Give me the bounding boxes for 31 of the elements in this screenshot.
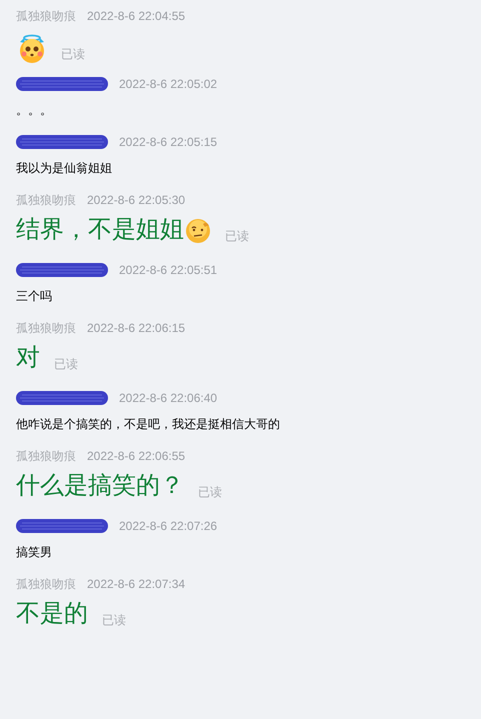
read-receipt: 已读	[54, 356, 78, 373]
message-text: 三个吗	[16, 288, 52, 305]
timestamp: 2022-8-6 22:05:30	[87, 192, 186, 209]
read-receipt: 已读	[61, 46, 85, 63]
timestamp: 2022-8-6 22:05:51	[119, 262, 218, 279]
timestamp: 2022-8-6 22:05:02	[119, 76, 218, 93]
message-text: 我以为是仙翁姐姐	[16, 160, 112, 177]
message-text: 不是的	[16, 599, 88, 629]
sender-name: 孤独狼吻痕	[16, 320, 76, 337]
message-text: 搞笑男	[16, 544, 52, 561]
timestamp: 2022-8-6 22:07:26	[119, 518, 218, 535]
message-text: 他咋说是个搞笑的，不是吧，我还是挺相信大哥的	[16, 416, 280, 433]
message-text: 。。。	[16, 102, 52, 119]
skeptical-emoji-icon	[185, 218, 211, 244]
halo-emoji-icon	[17, 34, 47, 64]
sender-name: 孤独狼吻痕	[16, 8, 76, 25]
message-text: 对	[16, 343, 40, 373]
message-text: 结界，不是姐姐	[16, 215, 184, 245]
timestamp: 2022-8-6 22:07:34	[87, 576, 186, 593]
timestamp: 2022-8-6 22:05:15	[119, 134, 218, 151]
read-receipt: 已读	[198, 484, 222, 501]
sender-name: 孤独狼吻痕	[16, 192, 76, 209]
timestamp: 2022-8-6 22:04:55	[87, 8, 186, 25]
sender-name: 孤独狼吻痕	[16, 576, 76, 593]
timestamp: 2022-8-6 22:06:40	[119, 390, 218, 407]
read-receipt: 已读	[102, 612, 126, 629]
message-text: 什么是搞笑的？	[16, 471, 184, 501]
timestamp: 2022-8-6 22:06:55	[87, 448, 186, 465]
read-receipt: 已读	[225, 228, 249, 245]
sender-name: 孤独狼吻痕	[16, 448, 76, 465]
timestamp: 2022-8-6 22:06:15	[87, 320, 186, 337]
